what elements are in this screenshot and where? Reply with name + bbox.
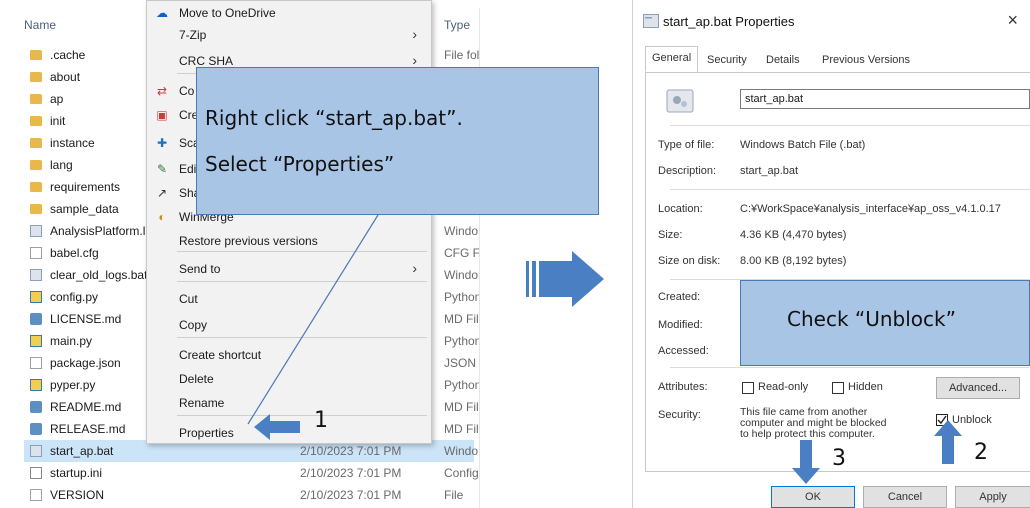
step1-arrow-icon	[254, 414, 300, 440]
step-number-3: 3	[832, 446, 846, 471]
security-line-3: to help protect this computer.	[740, 428, 875, 440]
attributes-label: Attributes:	[658, 381, 708, 393]
divider	[670, 189, 1030, 190]
size-on-disk-value: 8.00 KB (8,192 bytes)	[740, 255, 847, 267]
location-value: C:¥WorkSpace¥analysis_interface¥ap_oss_v…	[740, 203, 1001, 215]
description-label: Description:	[658, 165, 717, 177]
ok-button[interactable]: OK	[771, 486, 855, 508]
step-number-1: 1	[314, 408, 328, 433]
tab-security[interactable]: Security	[700, 48, 754, 72]
dialog-title: start_ap.bat Properties	[663, 14, 795, 29]
tab-general[interactable]: General	[645, 46, 699, 72]
size-on-disk-label: Size on disk:	[658, 255, 721, 267]
location-label: Location:	[658, 203, 703, 215]
size-label: Size:	[658, 229, 683, 241]
properties-dialog: start_ap.bat Properties × General Securi…	[632, 0, 1030, 508]
filename-field[interactable]: start_ap.bat	[740, 89, 1030, 109]
step3-down-arrow-icon	[792, 440, 820, 484]
divider	[670, 125, 1030, 126]
size-value: 4.36 KB (4,470 bytes)	[740, 229, 847, 241]
modified-label: Modified:	[658, 319, 703, 331]
file-type-icon	[666, 89, 694, 113]
step-number-2: 2	[974, 440, 988, 465]
security-label: Security:	[658, 409, 701, 421]
apply-button[interactable]: Apply	[955, 486, 1030, 508]
bat-file-icon	[643, 14, 659, 28]
hidden-label: Hidden	[848, 381, 883, 393]
advanced-button[interactable]: Advanced...	[936, 377, 1020, 399]
readonly-label: Read-only	[758, 381, 809, 393]
tab-previous-versions[interactable]: Previous Versions	[815, 48, 917, 72]
transition-arrow-icon	[526, 251, 604, 307]
accessed-label: Accessed:	[658, 345, 709, 357]
close-icon[interactable]: ×	[1007, 10, 1018, 31]
tab-details[interactable]: Details	[759, 48, 807, 72]
divider	[670, 367, 1030, 368]
cancel-button[interactable]: Cancel	[863, 486, 947, 508]
type-of-file-value: Windows Batch File (.bat)	[740, 139, 866, 151]
instruction-callout-step2: Check “Unblock”	[740, 280, 1030, 366]
created-label: Created:	[658, 291, 701, 303]
hidden-checkbox[interactable]	[832, 382, 844, 394]
type-of-file-label: Type of file:	[658, 139, 715, 151]
general-tab-panel: start_ap.bat Type of file: Windows Batch…	[645, 72, 1030, 472]
security-message: This file came from another computer and…	[740, 407, 887, 440]
description-value: start_ap.bat	[740, 165, 799, 177]
callout1-pointer-line	[247, 214, 379, 425]
readonly-checkbox[interactable]	[742, 382, 754, 394]
step2-up-arrow-icon	[934, 420, 962, 464]
callout-text-check-unblock: Check “Unblock”	[787, 307, 956, 331]
